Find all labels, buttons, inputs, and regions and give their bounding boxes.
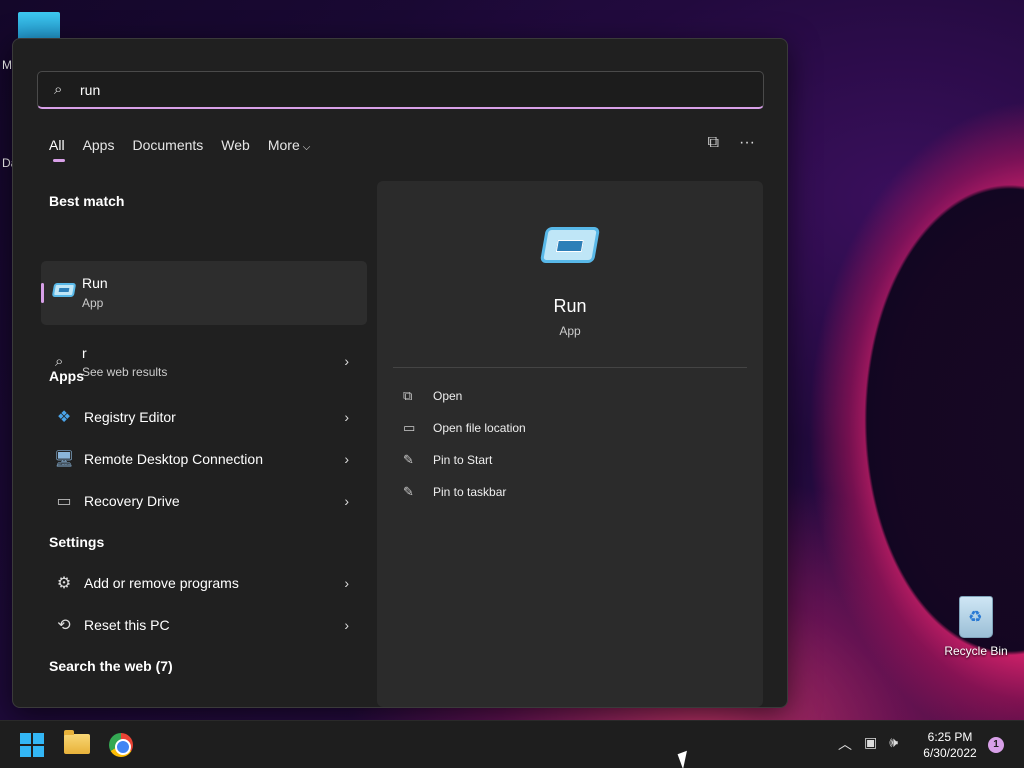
action-pin-to-taskbar[interactable]: ✎ Pin to taskbar: [403, 480, 506, 504]
tab-more[interactable]: More ⌵: [268, 137, 311, 161]
chevron-right-icon: ›: [344, 451, 349, 467]
list-item-reset-pc[interactable]: ⟲ Reset this PC ›: [41, 605, 367, 645]
list-item-label: Add or remove programs: [84, 575, 239, 591]
registry-editor-icon: ❖: [56, 409, 72, 426]
action-open-file-location[interactable]: ▭ Open file location: [403, 416, 526, 440]
clock-date: 6/30/2022: [923, 746, 977, 760]
list-item-label: Remote Desktop Connection: [84, 451, 263, 467]
volume-icon[interactable]: 🕪: [889, 734, 898, 754]
notification-badge[interactable]: 1: [988, 737, 1004, 753]
search-input[interactable]: run: [80, 82, 100, 98]
list-item-recovery-drive[interactable]: ▭ Recovery Drive ›: [41, 481, 367, 521]
chevron-up-icon[interactable]: ︿: [838, 734, 852, 754]
action-open[interactable]: ⧉ Open: [403, 384, 462, 408]
clock[interactable]: 6:25 PM 6/30/2022: [914, 729, 986, 761]
best-match-name: Run: [82, 275, 108, 291]
search-web-heading: Search the web (7): [49, 658, 173, 674]
gear-icon: ⚙: [56, 575, 72, 592]
tab-apps[interactable]: Apps: [83, 137, 115, 161]
action-label: Open file location: [433, 421, 526, 435]
system-tray: ︿ ▣ 🕪: [838, 734, 898, 754]
chevron-right-icon: ›: [344, 575, 349, 591]
share-icon[interactable]: ⧉: [708, 134, 719, 152]
detail-app-type: App: [559, 324, 581, 338]
open-icon: ⧉: [403, 388, 413, 403]
list-item-label: Registry Editor: [84, 409, 176, 425]
search-box[interactable]: ⌕ run: [37, 71, 764, 109]
chevron-right-icon: ›: [344, 409, 349, 425]
list-item-remote-desktop[interactable]: 🖥 Remote Desktop Connection ›: [41, 439, 367, 479]
action-pin-to-start[interactable]: ✎ Pin to Start: [403, 448, 492, 472]
desktop-label-fragment: M: [2, 58, 12, 72]
start-search-panel: ⌕ run All Apps Documents Web More ⌵ ⧉ ···…: [12, 38, 788, 708]
selection-indicator: [41, 283, 44, 303]
list-item-add-remove-programs[interactable]: ⚙ Add or remove programs ›: [41, 563, 367, 603]
ellipsis-icon[interactable]: ···: [739, 134, 755, 152]
list-item-registry-editor[interactable]: ❖ Registry Editor ›: [41, 397, 367, 437]
taskbar: ︿ ▣ 🕪 6:25 PM 6/30/2022 1: [0, 720, 1024, 768]
best-match-item[interactable]: Run App: [41, 261, 367, 325]
chevron-right-icon: ›: [344, 353, 349, 369]
tab-web[interactable]: Web: [221, 137, 250, 161]
best-match-type: App: [82, 296, 104, 310]
web-result-sub: See web results: [82, 365, 168, 379]
recycle-bin[interactable]: ♻ Recycle Bin: [944, 596, 1008, 658]
filter-tabs: All Apps Documents Web More ⌵: [49, 137, 328, 162]
reset-icon: ⟲: [57, 617, 71, 634]
start-button[interactable]: [20, 733, 44, 757]
search-icon: ⌕: [54, 81, 63, 98]
detail-app-name: Run: [553, 296, 587, 316]
action-label: Pin to Start: [433, 453, 493, 467]
run-icon: [51, 283, 77, 301]
run-icon: [539, 227, 601, 263]
pin-icon: ✎: [403, 484, 414, 499]
tab-documents[interactable]: Documents: [132, 137, 203, 161]
recycle-bin-icon: ♻: [959, 596, 993, 638]
file-explorer-icon[interactable]: [64, 730, 90, 754]
list-item-label: Recovery Drive: [84, 493, 180, 509]
chevron-right-icon: ›: [344, 617, 349, 633]
chrome-icon[interactable]: [109, 733, 133, 757]
chevron-down-icon: ⌵: [302, 142, 311, 153]
best-match-heading: Best match: [49, 193, 125, 209]
drive-icon: ▭: [56, 493, 72, 510]
recycle-bin-label: Recycle Bin: [944, 644, 1008, 658]
settings-heading: Settings: [49, 534, 105, 550]
web-result-query: r: [82, 345, 87, 361]
chevron-right-icon: ›: [344, 493, 349, 509]
clock-time: 6:25 PM: [927, 730, 973, 744]
tab-all[interactable]: All: [49, 137, 65, 162]
web-result-item[interactable]: ⌕ r See web results ›: [41, 337, 367, 387]
apps-heading: Apps: [49, 368, 84, 384]
action-label: Open: [433, 389, 463, 403]
action-label: Pin to taskbar: [433, 485, 507, 499]
tab-more-label: More: [267, 137, 300, 153]
folder-icon: ▭: [403, 420, 416, 435]
divider: [393, 367, 747, 368]
network-icon[interactable]: ▣: [864, 734, 877, 754]
detail-pane: Run App ⧉ Open ▭ Open file location ✎ Pi…: [377, 181, 763, 707]
remote-desktop-icon: 🖥: [53, 451, 75, 468]
pin-icon: ✎: [403, 452, 414, 467]
panel-toolbar: ⧉ ···: [708, 134, 755, 152]
list-item-label: Reset this PC: [84, 617, 170, 633]
